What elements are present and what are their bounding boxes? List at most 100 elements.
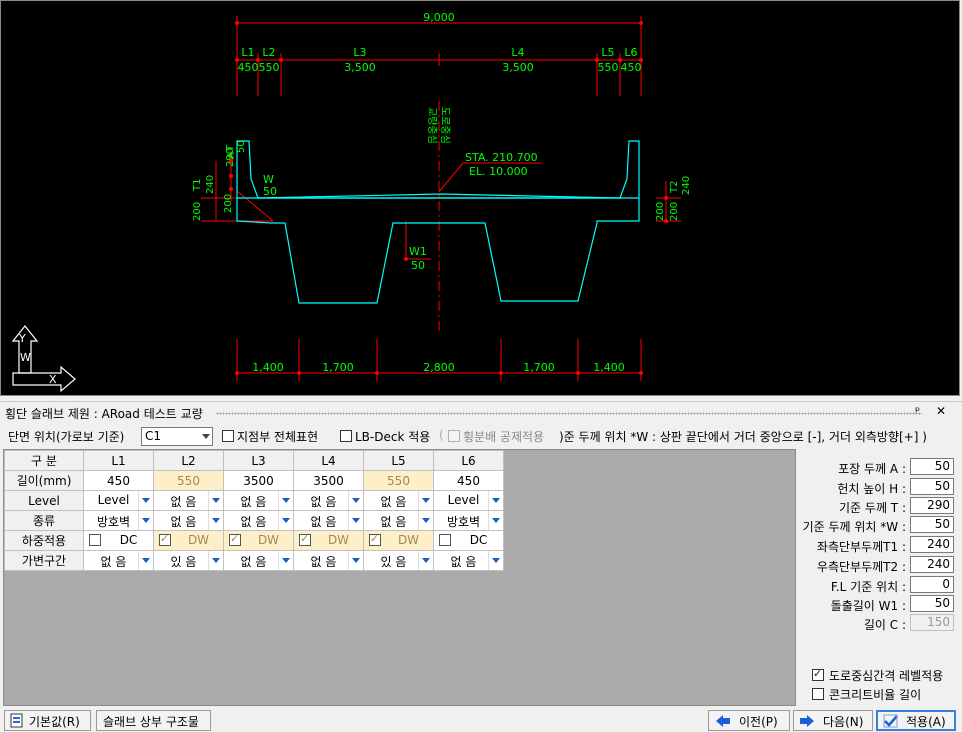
grid-check-cell[interactable]: DC bbox=[433, 530, 504, 551]
grid-combo-cell[interactable]: 없 음 bbox=[293, 490, 364, 511]
drawing-canvas[interactable]: 9,000 L1 L2 L3 L4 L5 L6 450 550 3,500 3,… bbox=[0, 0, 960, 396]
chevron-down-icon[interactable] bbox=[488, 491, 503, 510]
fulcrum-checkbox[interactable] bbox=[222, 430, 234, 442]
arrow-left-icon bbox=[716, 715, 730, 727]
chevron-down-icon[interactable] bbox=[348, 491, 363, 510]
chevron-down-icon[interactable] bbox=[348, 551, 363, 570]
road-center-level-checkbox[interactable] bbox=[812, 667, 824, 681]
base-thickness-input[interactable]: 290 bbox=[910, 497, 954, 514]
lbdeck-label: LB-Deck 적용 bbox=[355, 430, 431, 444]
grid-cell[interactable]: 450 bbox=[83, 470, 154, 491]
label-W1-value: 50 bbox=[411, 259, 425, 272]
label-200-b: 200 bbox=[223, 194, 234, 213]
lbdeck-checkbox[interactable] bbox=[340, 430, 352, 442]
check-icon bbox=[883, 714, 898, 728]
chevron-down-icon[interactable] bbox=[488, 551, 503, 570]
grid-combo-cell[interactable]: 없 음 bbox=[363, 490, 434, 511]
param-haunch-height: 헌치 높이 H :50 bbox=[780, 478, 956, 497]
table-row: 가변구간 없 음 있 음 없 음 없 음 있 음 없 음 bbox=[4, 550, 504, 571]
chevron-down-icon[interactable] bbox=[208, 491, 223, 510]
dim-value-L6: 450 bbox=[621, 61, 642, 74]
grid-combo-cell[interactable]: 없 음 bbox=[223, 490, 294, 511]
right-end-thickness-input[interactable]: 240 bbox=[910, 556, 954, 573]
chevron-down-icon[interactable] bbox=[418, 491, 433, 510]
chevron-down-icon[interactable] bbox=[278, 511, 293, 530]
apply-button[interactable]: 적용(A) bbox=[876, 710, 956, 731]
grid-combo-cell[interactable]: 없 음 bbox=[153, 490, 224, 511]
left-end-thickness-input[interactable]: 240 bbox=[910, 536, 954, 553]
load-checkbox[interactable] bbox=[229, 532, 241, 546]
deduct-label: 횡분배 공제적용 bbox=[463, 430, 545, 444]
prev-button[interactable]: 이전(P) bbox=[708, 710, 790, 731]
grid-combo-cell[interactable]: 있 음 bbox=[363, 550, 434, 571]
fl-position-input[interactable]: 0 bbox=[910, 576, 954, 593]
chevron-down-icon[interactable] bbox=[138, 511, 153, 530]
haunch-height-input[interactable]: 50 bbox=[910, 478, 954, 495]
chevron-down-icon[interactable] bbox=[138, 551, 153, 570]
base-thickness-position-input[interactable]: 50 bbox=[910, 516, 954, 533]
deduct-checkbox[interactable] bbox=[448, 430, 460, 442]
grid-cell[interactable]: 3500 bbox=[293, 470, 364, 491]
dim-name-L2: L2 bbox=[262, 46, 275, 59]
dim-name-L6: L6 bbox=[624, 46, 637, 59]
chevron-down-icon[interactable] bbox=[278, 491, 293, 510]
next-button[interactable]: 다음(N) bbox=[793, 710, 873, 731]
length-c-input[interactable]: 150 bbox=[910, 614, 954, 631]
label-W1: W1 bbox=[409, 245, 427, 258]
grid-combo-cell[interactable]: Level bbox=[83, 490, 154, 511]
grid-check-cell[interactable]: DC bbox=[83, 530, 154, 551]
grid-combo-cell[interactable]: 없 음 bbox=[223, 510, 294, 531]
grid-combo-cell[interactable]: 없 음 bbox=[293, 510, 364, 531]
label-200-a: 200 bbox=[192, 202, 203, 221]
panel-grip[interactable] bbox=[216, 412, 922, 415]
load-checkbox[interactable] bbox=[369, 532, 381, 546]
grid-combo-cell[interactable]: 없 음 bbox=[293, 550, 364, 571]
section-position-combo[interactable]: C1 bbox=[141, 427, 213, 446]
grid-cell[interactable]: 450 bbox=[433, 470, 504, 491]
chevron-down-icon[interactable] bbox=[208, 551, 223, 570]
chevron-down-icon[interactable] bbox=[348, 511, 363, 530]
grid-header: L5 bbox=[363, 450, 434, 471]
default-button[interactable]: 기본값(R) bbox=[4, 710, 91, 731]
overhang-length-input[interactable]: 50 bbox=[910, 595, 954, 612]
load-checkbox[interactable] bbox=[299, 532, 311, 546]
chevron-down-icon[interactable] bbox=[278, 551, 293, 570]
panel-title: 횡단 슬래브 제원 : ARoad 테스트 교량 bbox=[5, 407, 203, 421]
close-icon[interactable]: ✕ bbox=[936, 404, 952, 418]
grid-cell[interactable]: 550 bbox=[363, 470, 434, 491]
arrow-right-icon bbox=[800, 715, 814, 727]
grid-combo-cell[interactable]: 방호벽 bbox=[83, 510, 154, 531]
grid-check-cell[interactable]: DW bbox=[153, 530, 224, 551]
table-row: 하중적용 DC DW DW DW DW DC bbox=[4, 530, 504, 551]
param-overhang-length: 돌출길이 W1 :50 bbox=[780, 595, 956, 614]
chevron-down-icon[interactable] bbox=[488, 511, 503, 530]
grid-combo-cell[interactable]: 없 음 bbox=[363, 510, 434, 531]
load-checkbox[interactable] bbox=[89, 534, 101, 546]
grid-header: L1 bbox=[83, 450, 154, 471]
grid-cell[interactable]: 3500 bbox=[223, 470, 294, 491]
pin-icon[interactable]: ᵖ bbox=[915, 404, 926, 418]
grid-combo-cell[interactable]: 없 음 bbox=[223, 550, 294, 571]
grid-check-cell[interactable]: DW bbox=[293, 530, 364, 551]
default-settings-icon bbox=[10, 713, 23, 728]
concrete-ratio-checkbox[interactable] bbox=[812, 688, 824, 700]
grid-check-cell[interactable]: DW bbox=[223, 530, 294, 551]
chevron-down-icon[interactable] bbox=[208, 511, 223, 530]
load-checkbox[interactable] bbox=[439, 534, 451, 546]
chevron-down-icon[interactable] bbox=[418, 511, 433, 530]
load-checkbox[interactable] bbox=[159, 532, 171, 546]
dim-value-L1: 450 bbox=[238, 61, 259, 74]
grid-combo-cell[interactable]: 없 음 bbox=[153, 510, 224, 531]
grid-combo-cell[interactable]: Level bbox=[433, 490, 504, 511]
grid-combo-cell[interactable]: 없 음 bbox=[83, 550, 154, 571]
grid-combo-cell[interactable]: 있 음 bbox=[153, 550, 224, 571]
grid-combo-cell[interactable]: 방호벽 bbox=[433, 510, 504, 531]
grid-cell[interactable]: 550 bbox=[153, 470, 224, 491]
pavement-thickness-input[interactable]: 50 bbox=[910, 458, 954, 475]
grid-combo-cell[interactable]: 없 음 bbox=[433, 550, 504, 571]
chevron-down-icon[interactable] bbox=[138, 491, 153, 510]
label-200-r2: 200 bbox=[655, 202, 666, 221]
chevron-down-icon[interactable] bbox=[418, 551, 433, 570]
slab-upper-structure-button[interactable]: 슬래브 상부 구조물 bbox=[96, 710, 211, 731]
grid-check-cell[interactable]: DW bbox=[363, 530, 434, 551]
